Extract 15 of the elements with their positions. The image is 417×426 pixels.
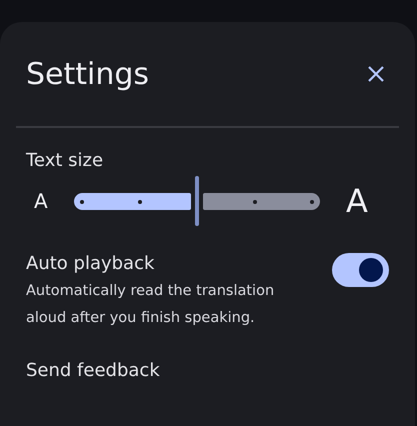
auto-playback-switch[interactable] <box>332 253 389 287</box>
close-icon <box>367 65 385 83</box>
slider-thumb[interactable] <box>195 176 199 226</box>
slider-tick <box>138 200 142 204</box>
auto-playback-label: Auto playback <box>26 253 156 274</box>
large-text-glyph: A <box>346 182 368 220</box>
text-size-label: Text size <box>25 150 104 171</box>
send-feedback-link[interactable]: Send feedback <box>16 332 399 381</box>
slider-tick <box>80 200 84 204</box>
text-size-slider[interactable] <box>74 176 320 226</box>
small-text-glyph: A <box>34 189 49 213</box>
settings-title: Settings <box>26 56 150 92</box>
slider-tick <box>252 200 256 204</box>
slider-tick <box>310 200 314 204</box>
auto-playback-description: Automatically read the translation aloud after you finish speaking. <box>26 282 276 328</box>
